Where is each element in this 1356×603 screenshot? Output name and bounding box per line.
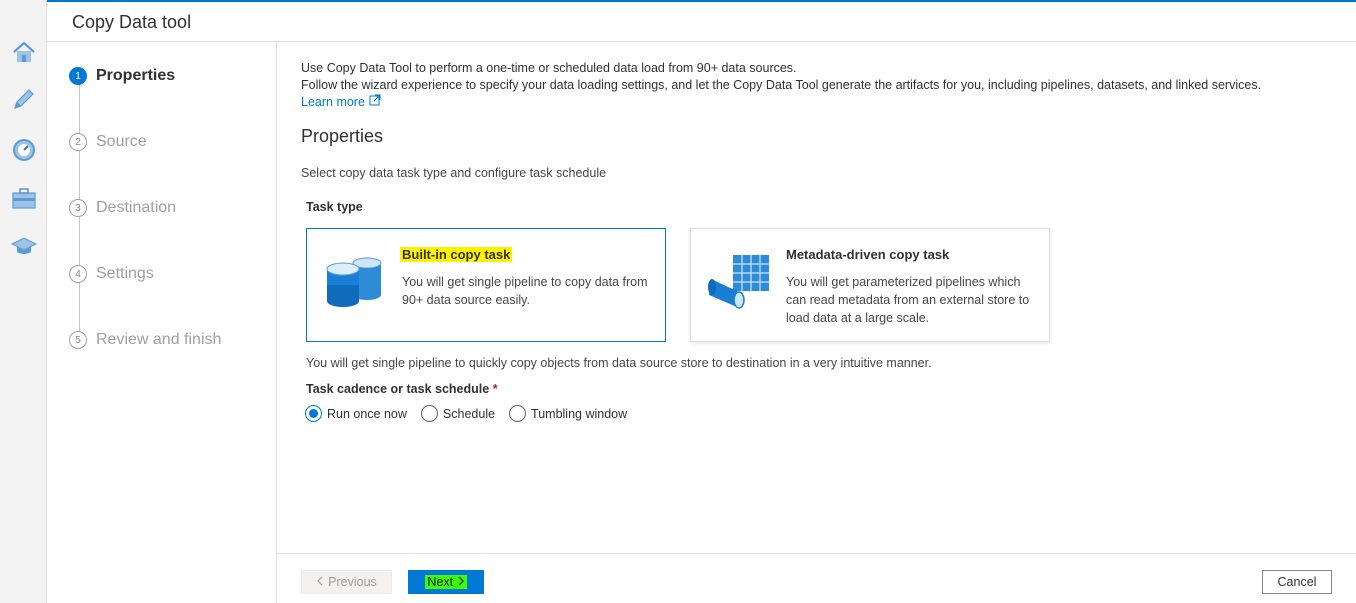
- task-cadence-label-text: Task cadence or task schedule: [306, 382, 490, 396]
- header-bar: Copy Data tool: [47, 0, 1356, 42]
- wizard-steps: 1 Properties 2 Source 3 Destination 4 Se…: [47, 42, 277, 603]
- task-type-label: Task type: [306, 200, 363, 214]
- step-number: 4: [69, 265, 87, 283]
- monitor-icon: [11, 138, 37, 162]
- step-number: 5: [69, 331, 87, 349]
- toolbox-icon: [11, 186, 37, 210]
- step-destination[interactable]: 3 Destination: [69, 197, 176, 219]
- learning-hat-icon: [10, 234, 37, 258]
- step-label: Source: [96, 133, 147, 150]
- nav-monitor[interactable]: [0, 130, 47, 170]
- next-label-highlight: Next: [425, 575, 467, 589]
- intro-line-1: Use Copy Data Tool to perform a one-time…: [301, 61, 797, 75]
- learn-more-label: Learn more: [301, 95, 365, 109]
- step-number: 3: [69, 199, 87, 217]
- next-button[interactable]: Next: [408, 570, 484, 594]
- card-description: You will get single pipeline to copy dat…: [402, 275, 648, 307]
- step-label: Properties: [96, 67, 176, 84]
- cancel-button[interactable]: Cancel: [1262, 570, 1332, 594]
- required-mark: *: [492, 382, 498, 396]
- step-label: Destination: [96, 199, 177, 216]
- database-icon: [323, 249, 387, 313]
- section-title: Properties: [301, 126, 384, 146]
- step-review-and-finish[interactable]: 5 Review and finish: [69, 329, 221, 351]
- wizard-footer: Previous Next Cancel: [277, 553, 1356, 603]
- card-metadata-driven-copy-task[interactable]: Metadata-driven copy task You will get p…: [690, 228, 1050, 342]
- pencil-icon: [11, 88, 37, 112]
- card-title: Built-in copy task: [400, 247, 513, 262]
- task-cadence-label: Task cadence or task schedule *: [306, 382, 498, 396]
- intro-line-2: Follow the wizard experience to specify …: [301, 78, 1262, 92]
- step-settings[interactable]: 4 Settings: [69, 263, 154, 285]
- step-label: Settings: [96, 265, 154, 282]
- task-type-note: You will get single pipeline to quickly …: [306, 356, 932, 370]
- card-title: Metadata-driven copy task: [786, 247, 950, 262]
- radio-label: Tumbling window: [531, 406, 628, 421]
- radio-schedule[interactable]: Schedule: [420, 405, 496, 422]
- metadata-pipeline-icon: [707, 249, 771, 313]
- step-label: Review and finish: [96, 331, 222, 348]
- card-description: You will get parameterized pipelines whi…: [786, 275, 1030, 325]
- section-description: Select copy data task type and configure…: [301, 166, 607, 180]
- radio-circle: [420, 405, 438, 422]
- page-title: Copy Data tool: [72, 12, 192, 32]
- external-link-icon: [369, 94, 381, 111]
- radio-circle: [305, 405, 322, 422]
- intro-text: Use Copy Data Tool to perform a one-time…: [301, 60, 1341, 111]
- home-icon: [11, 40, 37, 64]
- card-built-in-copy-task[interactable]: Built-in copy task You will get single p…: [306, 228, 666, 342]
- radio-circle: [509, 405, 527, 422]
- task-cadence-radio-group: Run once now Schedule Tumbling window: [305, 405, 627, 422]
- radio-label: Schedule: [442, 406, 496, 421]
- step-number: 1: [69, 67, 87, 85]
- radio-label: Run once now: [327, 406, 407, 421]
- step-source[interactable]: 2 Source: [69, 131, 147, 153]
- chevron-left-icon: [316, 575, 324, 589]
- nav-learning[interactable]: [0, 226, 47, 266]
- next-label: Next: [427, 575, 454, 589]
- nav-manage[interactable]: [0, 178, 47, 218]
- previous-label: Previous: [328, 575, 377, 589]
- learn-more-link[interactable]: Learn more: [301, 94, 381, 111]
- chevron-right-icon: [457, 575, 465, 589]
- nav-home[interactable]: [0, 32, 47, 72]
- step-number: 2: [69, 133, 87, 151]
- main-content: Use Copy Data Tool to perform a one-time…: [277, 42, 1356, 553]
- radio-run-once-now[interactable]: Run once now: [305, 405, 407, 422]
- previous-button[interactable]: Previous: [301, 570, 392, 594]
- nav-author[interactable]: [0, 80, 47, 120]
- radio-tumbling-window[interactable]: Tumbling window: [509, 405, 627, 422]
- step-properties[interactable]: 1 Properties: [69, 65, 175, 87]
- left-nav-rail: [0, 0, 47, 603]
